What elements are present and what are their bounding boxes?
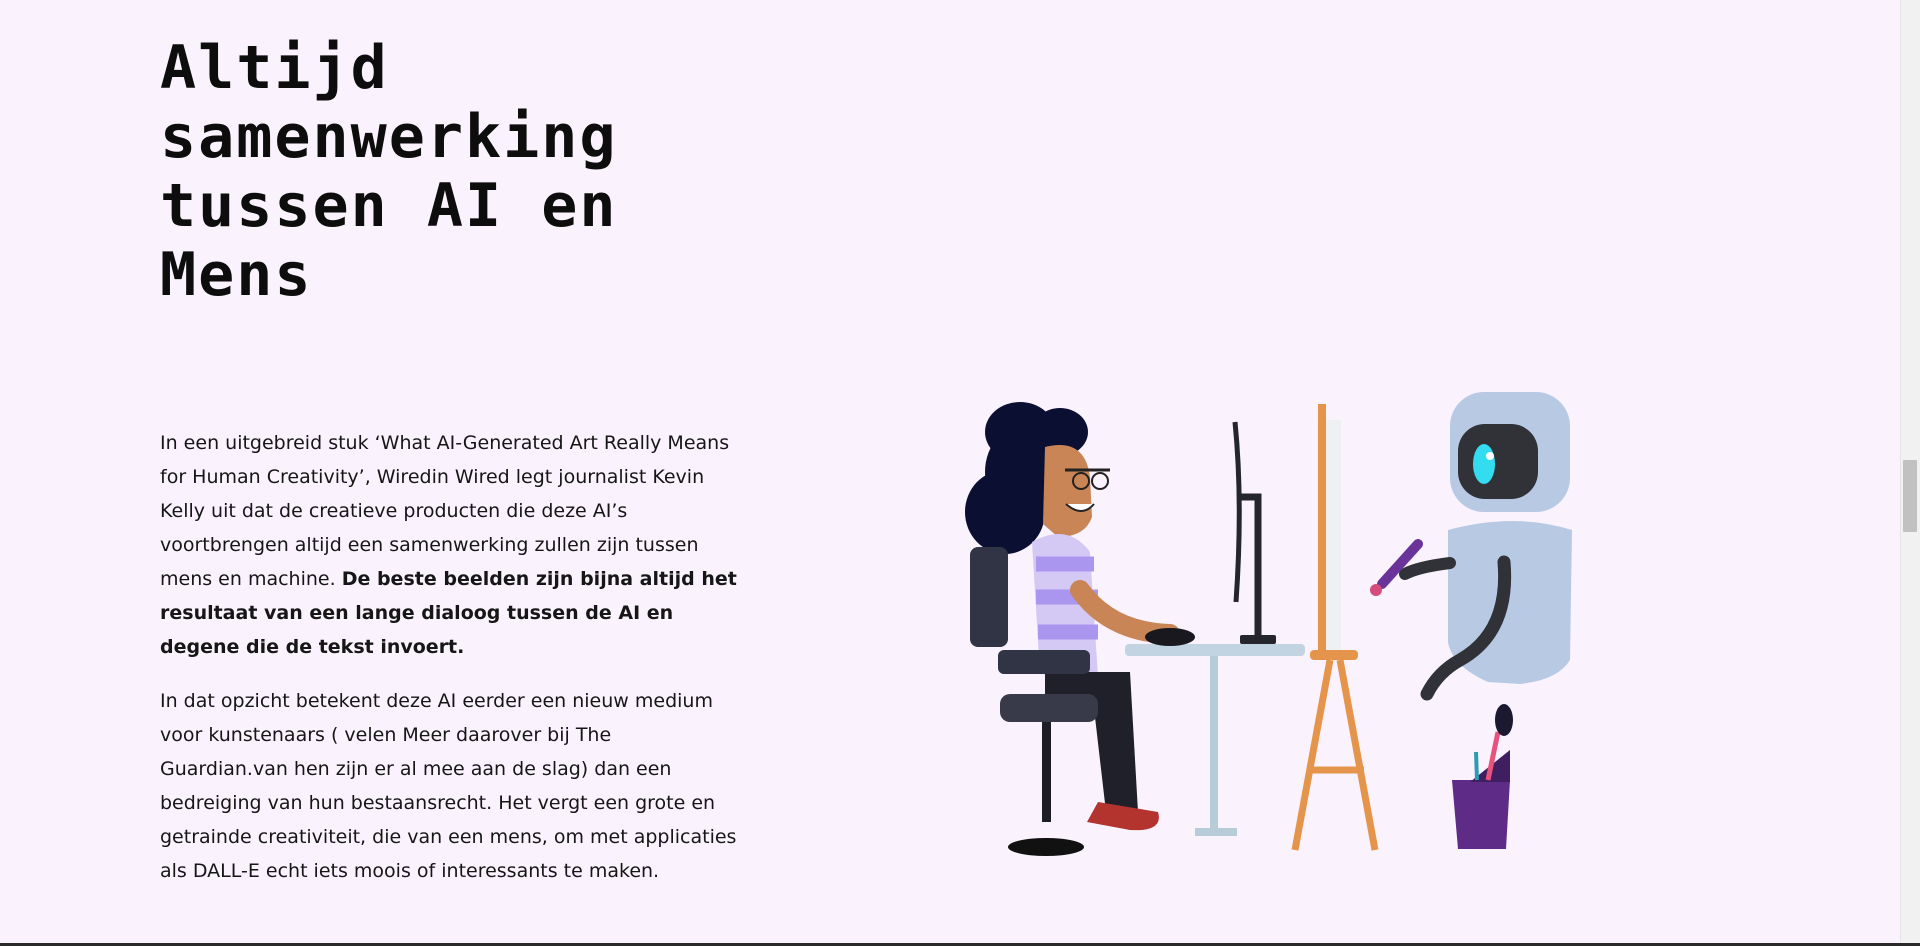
robot: [1370, 392, 1572, 701]
article-paragraph-2: In dat opzicht betekent deze AI eerder e…: [160, 690, 737, 882]
human-ai-collaboration-illustration: [965, 392, 1572, 856]
easel: [1291, 404, 1379, 851]
scrollbar-thumb[interactable]: [1903, 460, 1917, 532]
article-paragraph-1: In een uitgebreid stuk ‘What AI-Generate…: [160, 426, 740, 664]
vertical-scrollbar[interactable]: [1900, 0, 1920, 946]
page-title: Altijd samenwerking tussen AI en Mens: [160, 33, 618, 310]
paint-cup: [1452, 704, 1513, 849]
webpage: Altijd samenwerking tussen AI en Mens In…: [0, 0, 1920, 946]
paragraph-1-text: In een uitgebreid stuk ‘What AI-Generate…: [160, 432, 730, 590]
article-body: In een uitgebreid stuk ‘What AI-Generate…: [160, 426, 740, 908]
article-section: Altijd samenwerking tussen AI en Mens In…: [0, 0, 1900, 946]
